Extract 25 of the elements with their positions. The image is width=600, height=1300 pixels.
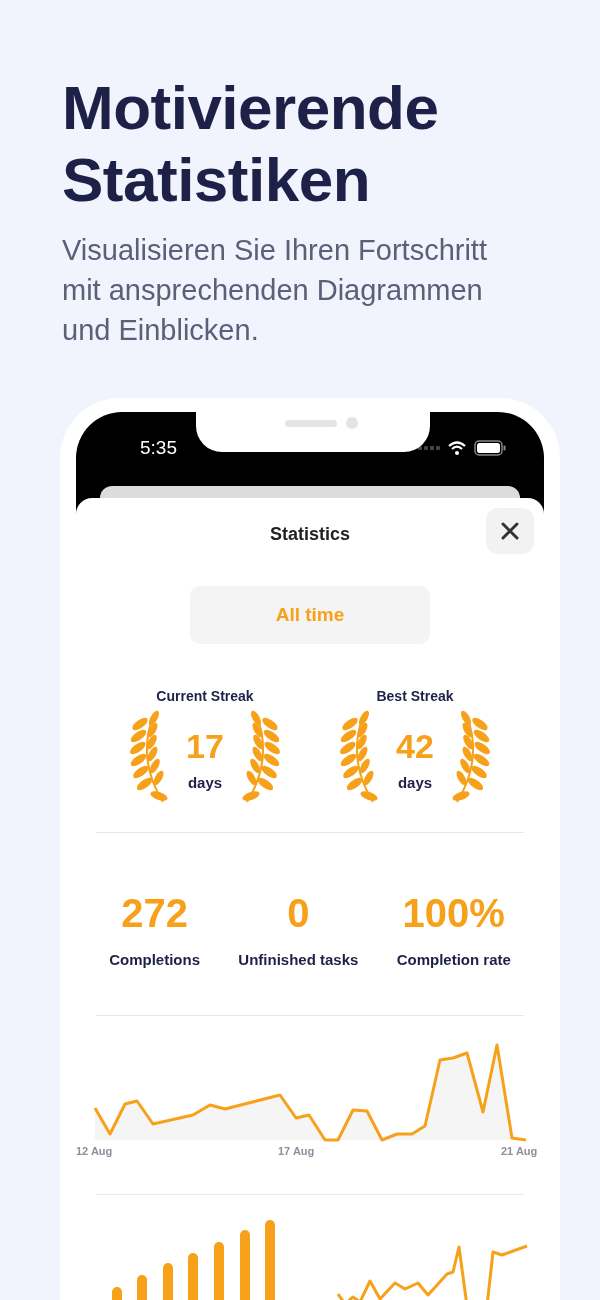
streak-label: Best Streak: [376, 688, 454, 704]
stat-label: Unfinished tasks: [238, 951, 359, 968]
close-icon: [500, 521, 520, 541]
stat-label: Completion rate: [396, 951, 511, 968]
close-button[interactable]: [486, 508, 534, 554]
wifi-icon: [448, 441, 466, 455]
axis-label: 21 Aug: [501, 1145, 538, 1157]
status-time: 5:35: [140, 437, 177, 459]
stat-label: Completions: [109, 951, 200, 968]
axis-label: 12 Aug: [76, 1145, 113, 1157]
signal-icon: [418, 446, 440, 450]
sheet-title: Statistics: [269, 523, 350, 545]
subtitle: Visualisieren Sie Ihren Fortschritt mit ansprechenden Diagrammen und Einblicken.: [62, 233, 488, 348]
period-filter[interactable]: All time: [190, 586, 430, 644]
stat-value: 100%: [402, 891, 505, 935]
axis-label: 17 Aug: [278, 1145, 315, 1157]
streak-value: 42: [396, 725, 434, 766]
stat-value: 272: [121, 891, 188, 935]
streak-label: Current Streak: [156, 688, 254, 704]
streak-unit: days: [187, 773, 223, 791]
battery-icon: [474, 440, 506, 456]
stat-value: 0: [287, 891, 310, 935]
streak-unit: days: [397, 773, 433, 791]
headline: Motivierende Statistiken: [62, 72, 440, 216]
streak-value: 17: [186, 725, 224, 766]
